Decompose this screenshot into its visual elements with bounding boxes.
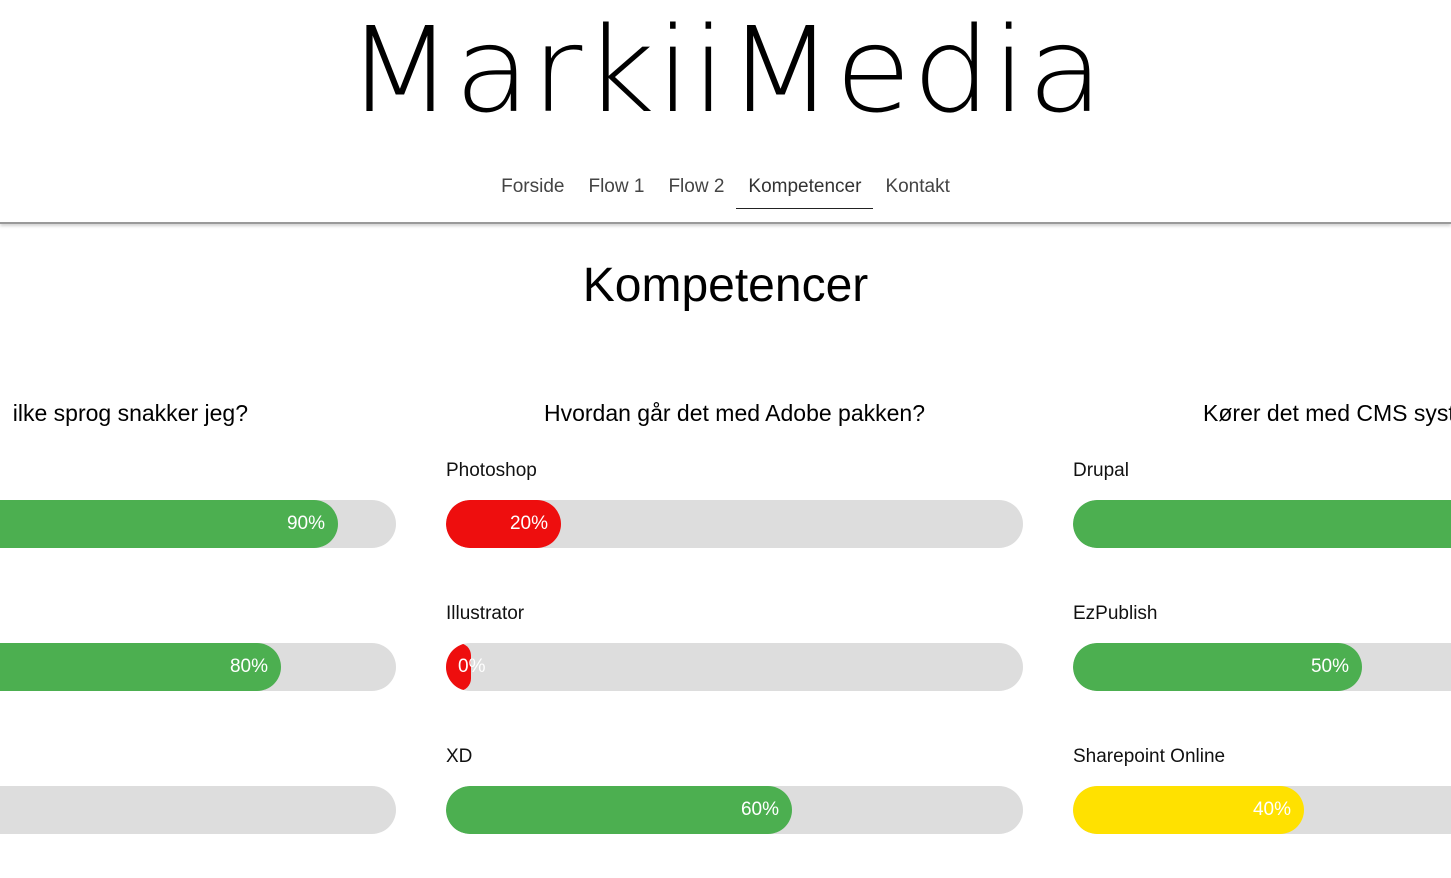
site-header: MarkiiMedia Forside Flow 1 Flow 2 Kompet… [0, 0, 1451, 224]
skill-label: XD [446, 746, 473, 767]
column-heading: Hvordan går det med Adobe pakken? [543, 400, 926, 426]
progress-percent: 20% [509, 513, 548, 534]
nav-kontakt[interactable]: Kontakt [873, 170, 961, 209]
progress-track [0, 786, 396, 834]
progress-percent: 60% [740, 799, 779, 820]
progress-track: 90% [0, 500, 396, 548]
progress-track: 60% [446, 786, 1023, 834]
progress-track: 50% [1073, 643, 1451, 691]
skill-row: EzPublish 50% [1073, 601, 1451, 691]
skill-row: Sharepoint Online 40% [1073, 744, 1451, 834]
progress-fill [1073, 500, 1451, 548]
skill-row: 80% [0, 601, 396, 691]
skill-row: XD 60% [446, 744, 1023, 834]
skill-row: Drupal [1073, 458, 1451, 548]
progress-percent: 90% [286, 513, 325, 534]
column-heading: Kører det med CMS systemer? [1203, 400, 1451, 426]
progress-track: 80% [0, 643, 396, 691]
progress-percent: 80% [229, 656, 268, 677]
progress-track: 0% [446, 643, 1023, 691]
skill-label: Sharepoint Online [1073, 746, 1226, 767]
column-heading: ilke sprog snakker jeg? [12, 400, 248, 426]
progress-track [1073, 500, 1451, 548]
skill-row: Illustrator 0% [446, 601, 1023, 691]
adobe-column: Hvordan går det med Adobe pakken? Photos… [446, 400, 1023, 834]
site-logo[interactable]: MarkiiMedia [0, 0, 1451, 140]
skill-label: EzPublish [1073, 603, 1158, 624]
skill-row: Photoshop 20% [446, 458, 1023, 548]
nav-kompetencer[interactable]: Kompetencer [736, 170, 874, 209]
skill-label [0, 601, 396, 627]
progress-percent: 50% [1310, 656, 1349, 677]
cms-column: Kører det med CMS systemer? Drupal EzPub… [1073, 400, 1451, 834]
progress-percent: 0% [458, 656, 486, 677]
skill-row [0, 744, 396, 834]
progress-track: 40% [1073, 786, 1451, 834]
skill-label: Illustrator [446, 603, 525, 624]
nav-flow-1[interactable]: Flow 1 [576, 170, 656, 209]
page: MarkiiMedia Forside Flow 1 Flow 2 Kompet… [0, 0, 1451, 878]
progress-track: 20% [446, 500, 1023, 548]
page-title: Kompetencer [582, 259, 869, 312]
skill-label [0, 744, 396, 770]
skill-label: Photoshop [446, 460, 537, 481]
languages-column: ilke sprog snakker jeg? 90% 80% [0, 400, 396, 834]
nav-flow-2[interactable]: Flow 2 [656, 170, 736, 209]
nav-forside[interactable]: Forside [489, 170, 576, 209]
progress-percent: 40% [1252, 799, 1291, 820]
main-nav: Forside Flow 1 Flow 2 Kompetencer Kontak… [0, 170, 1451, 209]
skill-label: Drupal [1073, 460, 1129, 481]
skill-row: 90% [0, 458, 396, 548]
skill-label [0, 458, 396, 484]
